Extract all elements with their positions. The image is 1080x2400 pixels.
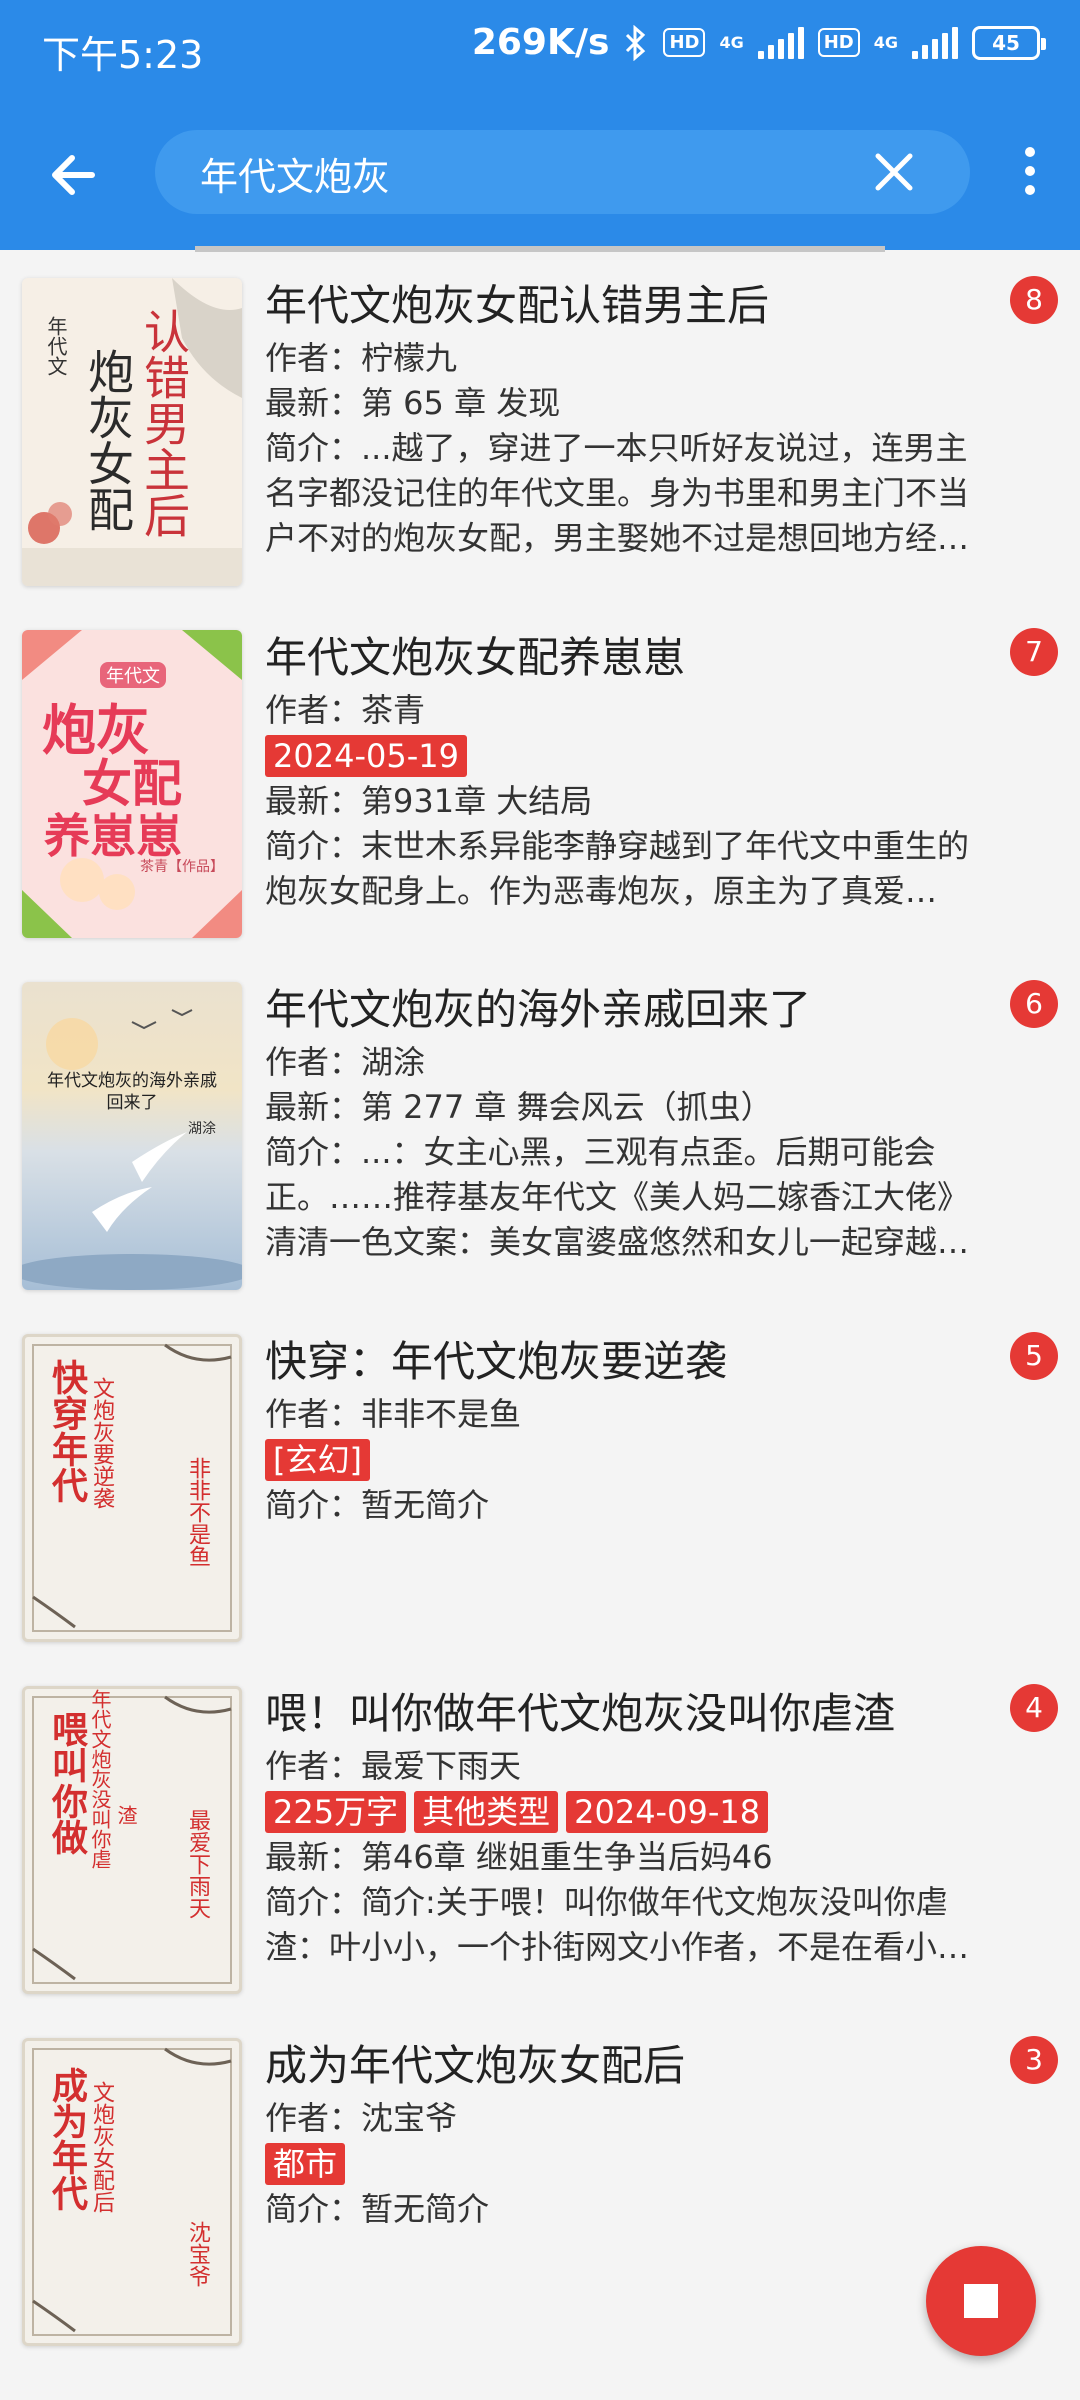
cover-author: 湖涂 [188, 1121, 216, 1137]
list-item[interactable]: 年代文炮灰的海外亲戚 回来了 湖涂 年代文炮灰的海外亲戚回来了 作者：湖涂 最新… [0, 956, 1080, 1308]
book-author: 作者：沈宝爷 [265, 2099, 458, 2137]
tag-row: 都市 [265, 2143, 985, 2185]
book-intro: 简介：暂无简介 [265, 2190, 490, 2228]
cover-title-col2: 炮灰女配 [81, 348, 135, 532]
signal-icon-2 [912, 26, 958, 59]
book-title: 快穿：年代文炮灰要逆袭 [265, 1337, 728, 1386]
book-info: 快穿：年代文炮灰要逆袭 作者：非非不是鱼 [玄幻] 简介：暂无简介 [265, 1332, 985, 1528]
book-cover: 年代文 认错男主后 炮灰女配 [22, 278, 242, 586]
list-item[interactable]: 成为年代 文炮灰女配后 沈宝爷 成为年代文炮灰女配后 作者：沈宝爷 都市 简介：… [0, 2012, 1080, 2364]
tag-row: 2024-05-19 [265, 735, 985, 777]
cover-title-small: 文炮灰要逆袭 [89, 1377, 114, 1509]
rank-badge: 8 [1010, 276, 1058, 324]
stop-button[interactable] [926, 2246, 1036, 2356]
book-title: 年代文炮灰的海外亲戚回来了 [265, 985, 812, 1034]
more-options-button[interactable] [1020, 147, 1040, 203]
book-latest-chapter: 最新：第46章 继姐重生争当后妈46 [265, 1838, 773, 1876]
cover-title-line2: 回来了 [106, 1093, 158, 1113]
list-item[interactable]: 年代文 炮灰 女配 养崽崽 茶青【作品】 年代文炮灰女配养崽崽 作者：茶青 20… [0, 604, 1080, 956]
list-item[interactable]: 年代文 认错男主后 炮灰女配 年代文炮灰女配认错男主后 作者：柠檬九 最新：第 … [0, 252, 1080, 604]
book-latest-chapter: 最新：第 277 章 舞会风云（抓虫） [265, 1088, 773, 1126]
tag-date: 2024-09-18 [566, 1791, 769, 1833]
more-vert-icon [1025, 147, 1035, 157]
book-title: 喂！叫你做年代文炮灰没叫你虐渣 [265, 1689, 896, 1738]
hd-badge-1: HD [663, 28, 706, 57]
cover-author: 最爱下雨天 [185, 1809, 210, 1919]
bluetooth-icon [626, 24, 646, 61]
status-icons: 269K/s HD 4G HD 4G 45 [471, 22, 1046, 63]
book-author: 作者：非非不是鱼 [265, 1395, 522, 1433]
book-author: 作者：柠檬九 [265, 339, 458, 377]
tag-genre: [玄幻] [265, 1439, 370, 1481]
book-title: 成为年代文炮灰女配后 [265, 2041, 686, 2090]
status-time: 下午5:23 [42, 33, 204, 77]
network-type-2: 4G [873, 32, 898, 52]
tag-genre: 都市 [265, 2143, 346, 2185]
search-toolbar: 年代文炮灰 [0, 100, 1080, 250]
book-info: 年代文炮灰女配认错男主后 作者：柠檬九 最新：第 65 章 发现 简介：...越… [265, 276, 985, 561]
tag-row: 225万字 其他类型 2024-09-18 [265, 1791, 985, 1833]
network-type-1: 4G [719, 32, 744, 52]
cover-label: 年代文 [100, 662, 166, 688]
status-bar: 下午5:23 269K/s HD 4G HD 4G 45 [0, 0, 1080, 96]
book-cover: 成为年代 文炮灰女配后 沈宝爷 [22, 2038, 242, 2346]
cover-title-small-2: 渣 [114, 1805, 138, 1825]
app-header: 下午5:23 269K/s HD 4G HD 4G 45 年代文炮灰 [0, 0, 1080, 250]
book-intro: 简介：暂无简介 [265, 1486, 490, 1524]
book-title: 年代文炮灰女配认错男主后 [265, 281, 770, 330]
rank-badge: 7 [1010, 628, 1058, 676]
stop-icon [964, 2284, 998, 2318]
rank-badge: 3 [1010, 2036, 1058, 2084]
tag-row: [玄幻] [265, 1439, 985, 1481]
book-author: 作者：最爱下雨天 [265, 1747, 522, 1785]
cover-title-big: 成为年代 [46, 2067, 88, 2211]
tag-date: 2024-05-19 [265, 735, 467, 777]
book-author: 作者：湖涂 [265, 1043, 426, 1081]
book-intro: 简介：简介:关于喂！叫你做年代文炮灰没叫你虐渣：叶小小，一个扑街网文小作者，不是… [265, 1883, 970, 1966]
arrow-left-icon [52, 155, 95, 195]
tag-word-count: 225万字 [265, 1791, 407, 1833]
book-latest-chapter: 最新：第931章 大结局 [265, 782, 593, 820]
cover-title-big: 喂叫你做 [46, 1711, 88, 1855]
book-cover: 年代文炮灰的海外亲戚 回来了 湖涂 [22, 982, 242, 1290]
cover-title-small: 年代文炮灰没叫你虐 [88, 1689, 112, 1869]
book-intro: 简介：...：女主心黑，三观有点歪。后期可能会正。……推荐基友年代文《美人妈二嫁… [265, 1133, 970, 1261]
book-info: 喂！叫你做年代文炮灰没叫你虐渣 作者：最爱下雨天 225万字 其他类型 2024… [265, 1684, 985, 1970]
book-info: 年代文炮灰女配养崽崽 作者：茶青 2024-05-19 最新：第931章 大结局… [265, 628, 985, 914]
list-item[interactable]: 快穿年代 文炮灰要逆袭 非非不是鱼 快穿：年代文炮灰要逆袭 作者：非非不是鱼 [… [0, 1308, 1080, 1660]
search-results-list: 年代文 认错男主后 炮灰女配 年代文炮灰女配认错男主后 作者：柠檬九 最新：第 … [0, 252, 1080, 2364]
back-button[interactable] [40, 140, 110, 210]
search-input[interactable]: 年代文炮灰 [200, 146, 390, 201]
cover-title-small: 文炮灰女配后 [89, 2081, 114, 2213]
cover-byline: 茶青【作品】 [140, 859, 224, 875]
network-speed: 269K/s [471, 22, 610, 63]
book-intro: 简介：末世木系异能李静穿越到了年代文中重生的炮灰女配身上。作为恶毒炮灰，原主为了… [265, 827, 970, 910]
list-item[interactable]: 喂叫你做 年代文炮灰没叫你虐 渣 最爱下雨天 喂！叫你做年代文炮灰没叫你虐渣 作… [0, 1660, 1080, 2012]
rank-badge: 4 [1010, 1684, 1058, 1732]
signal-icon-1 [757, 26, 804, 59]
book-intro: 简介：...越了，穿进了一本只听好友说过，连男主名字都没记住的年代文里。身为书里… [265, 429, 970, 557]
cover-title-big: 快穿年代 [46, 1359, 88, 1503]
search-field[interactable]: 年代文炮灰 [155, 130, 970, 214]
cover-title-col1: 认错男主后 [137, 308, 191, 538]
cover-author: 沈宝爷 [185, 2221, 210, 2287]
book-cover: 快穿年代 文炮灰要逆袭 非非不是鱼 [22, 1334, 242, 1642]
book-cover: 年代文 炮灰 女配 养崽崽 茶青【作品】 [22, 630, 242, 938]
book-cover: 喂叫你做 年代文炮灰没叫你虐 渣 最爱下雨天 [22, 1686, 242, 1994]
book-author: 作者：茶青 [265, 691, 426, 729]
tag-genre: 其他类型 [414, 1791, 559, 1833]
clear-search-button[interactable] [868, 146, 920, 198]
rank-badge: 6 [1010, 980, 1058, 1028]
cover-author: 非非不是鱼 [185, 1457, 210, 1567]
close-icon [875, 153, 913, 191]
book-title: 年代文炮灰女配养崽崽 [265, 633, 686, 682]
rank-badge: 5 [1010, 1332, 1058, 1380]
book-latest-chapter: 最新：第 65 章 发现 [265, 384, 561, 422]
hd-badge-2: HD [817, 28, 860, 57]
book-info: 年代文炮灰的海外亲戚回来了 作者：湖涂 最新：第 277 章 舞会风云（抓虫） … [265, 980, 985, 1265]
book-info: 成为年代文炮灰女配后 作者：沈宝爷 都市 简介：暂无简介 [265, 2036, 985, 2232]
cover-label: 年代文 [44, 316, 68, 376]
battery-icon: 45 [972, 25, 1046, 60]
